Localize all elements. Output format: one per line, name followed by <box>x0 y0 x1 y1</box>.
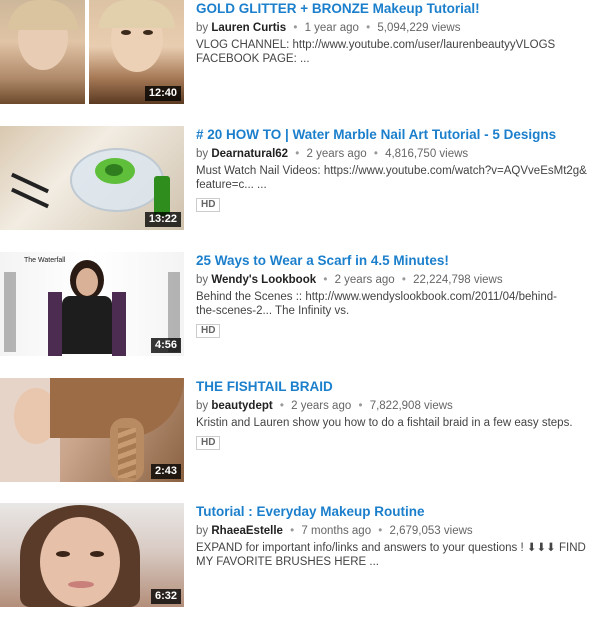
description-line: feature=c... ... <box>196 179 267 191</box>
view-count: 2,679,053 views <box>389 525 473 537</box>
video-meta: by Dearnatural62 • 2 years ago • 4,816,7… <box>196 148 469 160</box>
video-duration: 4:56 <box>150 338 181 353</box>
by-label: by <box>196 22 209 34</box>
description-line: FACEBOOK PAGE: ... <box>196 53 310 65</box>
hd-badge: HD <box>196 436 221 450</box>
video-thumbnail[interactable]: The Waterfall 4:56 <box>0 252 184 356</box>
upload-age: 1 year ago <box>304 22 359 34</box>
video-duration: 12:40 <box>144 86 181 101</box>
video-meta: by Wendy's Lookbook • 2 years ago • 22,2… <box>196 274 503 286</box>
video-title-link[interactable]: # 20 HOW TO | Water Marble Nail Art Tuto… <box>196 126 606 143</box>
channel-link[interactable]: Dearnatural62 <box>211 148 288 160</box>
view-count: 4,816,750 views <box>385 148 469 160</box>
upload-age: 2 years ago <box>334 274 395 286</box>
description-line: Behind the Scenes :: http://www.wendyslo… <box>196 291 557 303</box>
video-meta: by Lauren Curtis • 1 year ago • 5,094,22… <box>196 22 461 34</box>
description-line: MY FAVORITE BRUSHES HERE ... <box>196 556 379 568</box>
video-meta: by beautydept • 2 years ago • 7,822,908 … <box>196 400 453 412</box>
by-label: by <box>196 525 209 537</box>
description-line: Must Watch Nail Videos: https://www.yout… <box>196 165 587 177</box>
video-thumbnail[interactable]: 13:22 <box>0 126 184 230</box>
by-label: by <box>196 148 209 160</box>
video-description: Must Watch Nail Videos: https://www.yout… <box>196 164 606 192</box>
video-thumbnail[interactable]: 2:43 <box>0 378 184 482</box>
thumbnail-image-before <box>0 0 85 104</box>
video-description: Behind the Scenes :: http://www.wendyslo… <box>196 290 606 318</box>
by-label: by <box>196 274 209 286</box>
hd-badge: HD <box>196 324 221 338</box>
video-meta: by RhaeaEstelle • 7 months ago • 2,679,0… <box>196 525 473 537</box>
video-description: EXPAND for important info/links and answ… <box>196 541 606 569</box>
upload-age: 2 years ago <box>306 148 367 160</box>
video-title-link[interactable]: Tutorial : Everyday Makeup Routine <box>196 503 606 520</box>
video-duration: 2:43 <box>150 464 181 479</box>
video-thumbnail[interactable]: 6:32 <box>0 503 184 607</box>
thumbnail-caption: The Waterfall <box>24 257 66 264</box>
hd-badge: HD <box>196 198 221 212</box>
video-title-link[interactable]: THE FISHTAIL BRAID <box>196 378 606 395</box>
channel-link[interactable]: RhaeaEstelle <box>211 525 283 537</box>
video-title-link[interactable]: GOLD GLITTER + BRONZE Makeup Tutorial! <box>196 0 606 17</box>
upload-age: 7 months ago <box>301 525 372 537</box>
description-line: the-scenes-2... The Infinity vs. <box>196 305 350 317</box>
video-description: VLOG CHANNEL: http://www.youtube.com/use… <box>196 38 606 66</box>
description-line: Kristin and Lauren show you how to do a … <box>196 417 573 429</box>
video-title-link[interactable]: 25 Ways to Wear a Scarf in 4.5 Minutes! <box>196 252 606 269</box>
channel-link[interactable]: beautydept <box>211 400 272 412</box>
video-duration: 13:22 <box>144 212 181 227</box>
view-count: 22,224,798 views <box>413 274 503 286</box>
channel-link[interactable]: Lauren Curtis <box>211 22 286 34</box>
video-description: Kristin and Lauren show you how to do a … <box>196 416 606 430</box>
video-thumbnail[interactable]: 12:40 <box>0 0 184 104</box>
video-duration: 6:32 <box>150 589 181 604</box>
view-count: 5,094,229 views <box>377 22 461 34</box>
description-line: VLOG CHANNEL: http://www.youtube.com/use… <box>196 39 556 51</box>
description-line: EXPAND for important info/links and answ… <box>196 542 586 554</box>
upload-age: 2 years ago <box>291 400 352 412</box>
by-label: by <box>196 400 209 412</box>
channel-link[interactable]: Wendy's Lookbook <box>211 274 316 286</box>
view-count: 7,822,908 views <box>369 400 453 412</box>
